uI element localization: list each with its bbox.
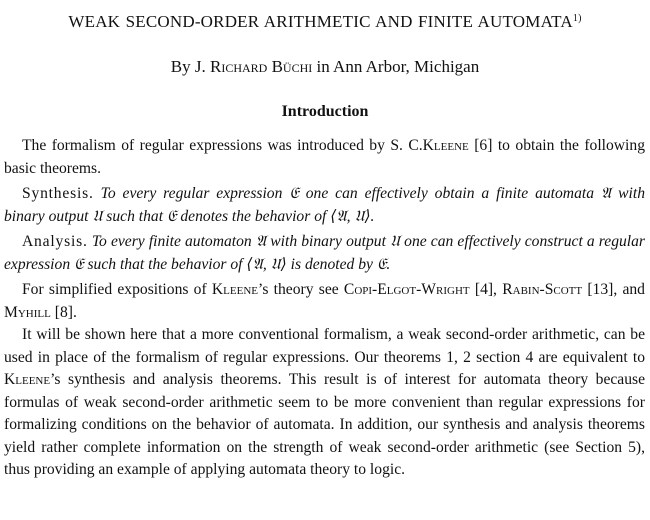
analysis-label: Analysis.	[22, 233, 88, 250]
synthesis-statement: To every regular expression 𝔈 one can ef…	[4, 185, 645, 225]
expositions-text-1: For simplified expositions of	[22, 281, 207, 298]
author-name: Richard Büchi	[210, 57, 313, 76]
intro-text-1: The formalism of regular expressions was…	[22, 137, 423, 154]
author-ref-rabin-scott: Rabin-Scott	[502, 281, 583, 298]
author-ref-kleene: Kleene	[422, 137, 469, 154]
main-text-1: It will be shown here that a more conven…	[4, 326, 645, 366]
author-byline: By J. Richard Büchi in Ann Arbor, Michig…	[0, 57, 650, 77]
synthesis-label: Synthesis.	[22, 185, 94, 202]
analysis-statement: To every finite automaton 𝔄 with binary …	[4, 233, 646, 273]
paragraph-analysis: Analysis. To every finite automaton 𝔄 wi…	[4, 231, 645, 276]
paragraph-main: It will be shown here that a more conven…	[4, 324, 645, 482]
author-ref-kleene-2: Kleene	[211, 281, 259, 298]
paper-body: The formalism of regular expressions was…	[4, 135, 645, 485]
main-text-2: ’s synthesis and analysis theorems. This…	[4, 371, 645, 478]
author-ref-kleene-3: Kleene	[4, 371, 51, 388]
paper-title: WEAK SECOND-ORDER ARITHMETIC AND FINITE …	[0, 12, 650, 32]
author-ref-copi-elgot-wright: Copi-Elgot-Wright	[343, 281, 470, 298]
citation-13: [13], and	[587, 281, 645, 298]
expositions-text-2: ’s theory see	[258, 281, 339, 298]
byline-affiliation: in Ann Arbor, Michigan	[316, 57, 480, 76]
title-footnote-marker[interactable]: 1)	[573, 13, 582, 24]
paragraph-intro: The formalism of regular expressions was…	[4, 135, 645, 180]
title-text: WEAK SECOND-ORDER ARITHMETIC AND FINITE …	[68, 12, 573, 31]
paper-page: WEAK SECOND-ORDER ARITHMETIC AND FINITE …	[0, 0, 650, 520]
author-ref-myhill: Myhill	[4, 303, 51, 321]
paragraph-synthesis: Synthesis. To every regular expression 𝔈…	[4, 183, 645, 228]
citation-8: [8].	[54, 303, 77, 321]
byline-prefix: By J.	[170, 57, 206, 76]
paragraph-expositions: For simplified expositions of Kleene’s t…	[4, 279, 645, 324]
section-heading: Introduction	[281, 103, 369, 120]
citation-4: [4],	[474, 281, 497, 298]
